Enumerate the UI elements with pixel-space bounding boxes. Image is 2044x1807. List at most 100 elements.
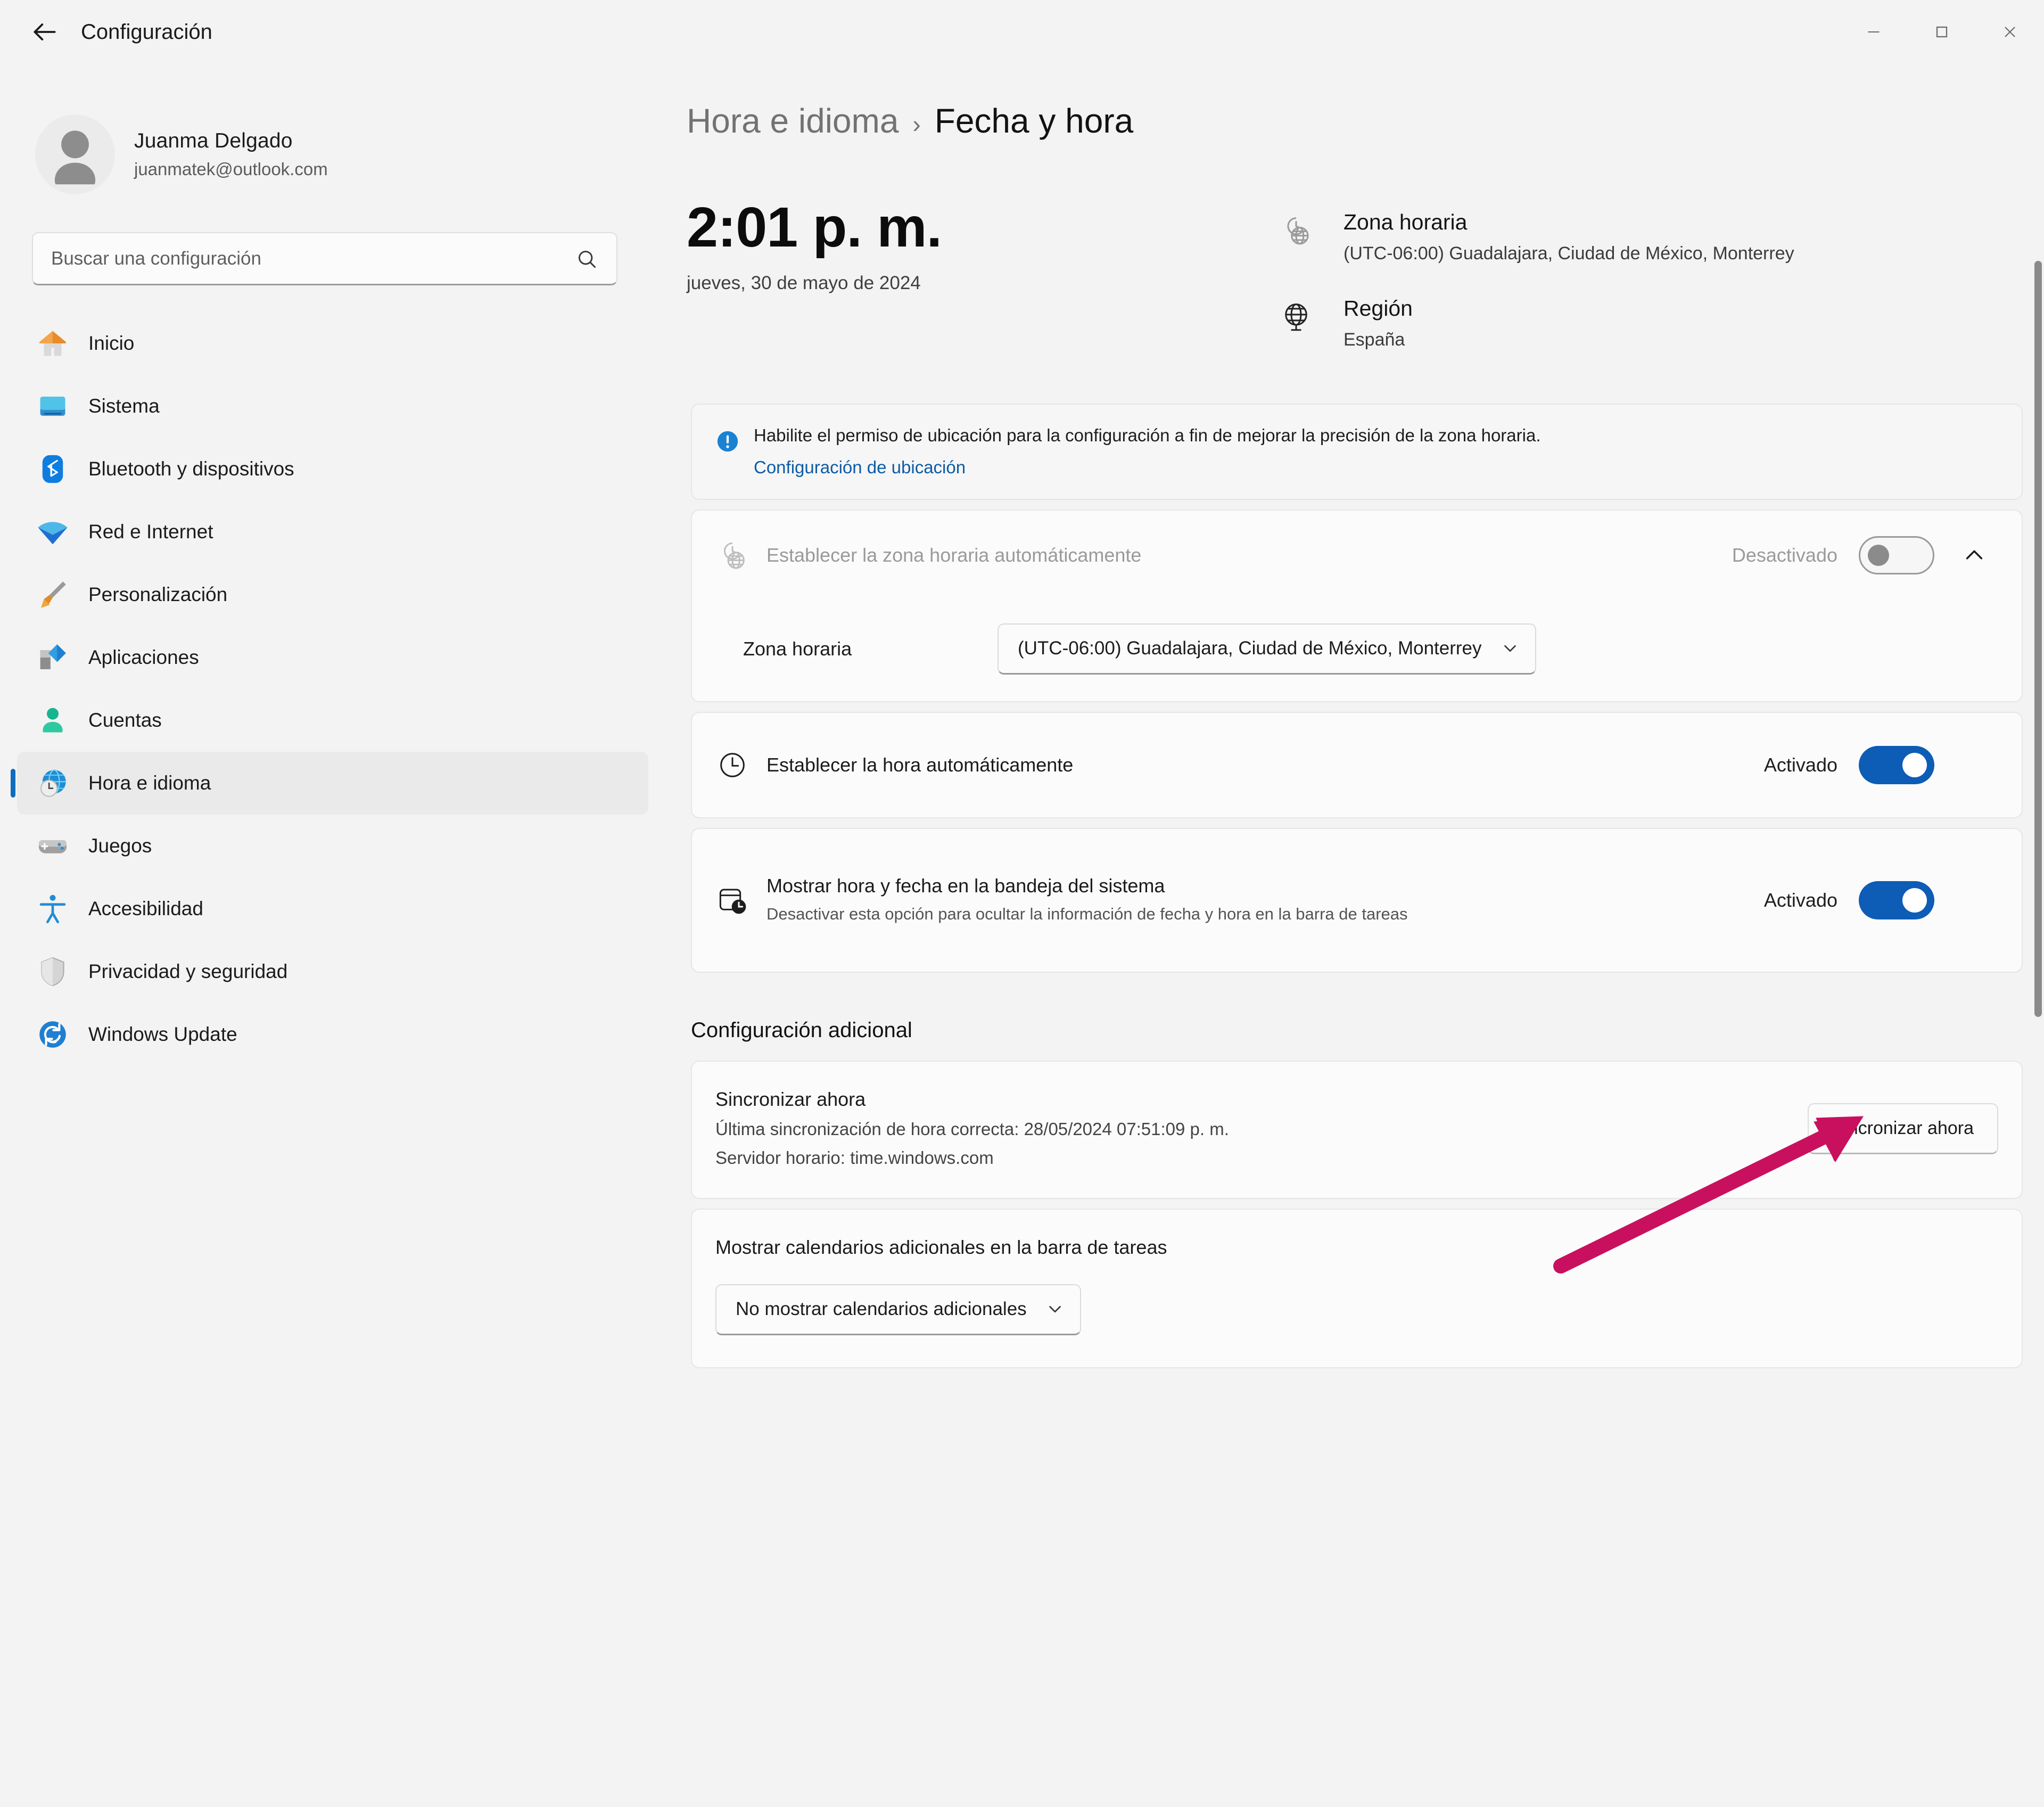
sidebar-item-cuentas[interactable]: Cuentas	[17, 689, 648, 752]
current-date: jueves, 30 de mayo de 2024	[687, 273, 1272, 294]
avatar	[35, 114, 115, 194]
show-time-tray-toggle[interactable]	[1859, 881, 1934, 919]
show-time-tray-card: Mostrar hora y fecha en la bandeja del s…	[691, 828, 2023, 973]
show-time-tray-state: Activado	[1764, 889, 1837, 911]
sidebar-item-label: Cuentas	[88, 709, 162, 732]
sidebar-item-privacidad-seguridad[interactable]: Privacidad y seguridad	[17, 940, 648, 1003]
sync-card: Sincronizar ahora Última sincronización …	[691, 1061, 2023, 1199]
auto-timezone-card: Establecer la zona horaria automáticamen…	[691, 510, 2023, 702]
sidebar-item-red-internet[interactable]: Red e Internet	[17, 500, 648, 563]
search-box[interactable]	[32, 232, 617, 285]
chevron-up-icon	[1962, 543, 1987, 568]
close-icon	[2000, 22, 2020, 42]
sidebar-item-label: Red e Internet	[88, 521, 213, 543]
sidebar-item-label: Aplicaciones	[88, 646, 199, 669]
region-summary-text: Región España	[1344, 296, 1413, 350]
minimize-icon	[1864, 22, 1883, 42]
additional-calendars-select[interactable]: No mostrar calendarios adicionales	[715, 1284, 1081, 1335]
info-icon	[715, 424, 754, 456]
timezone-summary-text: Zona horaria (UTC-06:00) Guadalajara, Ci…	[1344, 210, 1794, 264]
page-title: Fecha y hora	[935, 101, 1134, 141]
additional-calendars-label: Mostrar calendarios adicionales en la ba…	[715, 1236, 1998, 1259]
additional-settings-heading: Configuración adicional	[691, 1019, 2044, 1042]
expand-collapse-button[interactable]	[1950, 543, 1998, 568]
account-name: Juanma Delgado	[134, 129, 328, 153]
show-time-tray-description: Desactivar esta opción para ocultar la i…	[767, 902, 1592, 925]
sidebar-item-juegos[interactable]: Juegos	[17, 815, 648, 877]
timezone-select-value: (UTC-06:00) Guadalajara, Ciudad de Méxic…	[1018, 638, 1482, 659]
show-time-tray-row[interactable]: Mostrar hora y fecha en la bandeja del s…	[692, 829, 2022, 972]
account-tile[interactable]: Juanma Delgado juanmatek@outlook.com	[0, 101, 665, 208]
timezone-picker-label: Zona horaria	[715, 638, 998, 660]
gaming-icon	[34, 827, 71, 865]
sidebar-item-bluetooth[interactable]: Bluetooth y dispositivos	[17, 438, 648, 500]
sync-last-success: Última sincronización de hora correcta: …	[715, 1119, 1808, 1139]
auto-time-toggle[interactable]	[1859, 746, 1934, 784]
sync-title: Sincronizar ahora	[715, 1088, 1808, 1111]
sidebar-item-label: Privacidad y seguridad	[88, 960, 287, 983]
show-time-tray-label: Mostrar hora y fecha en la bandeja del s…	[767, 875, 1749, 897]
sync-server: Servidor horario: time.windows.com	[715, 1148, 1808, 1168]
auto-time-card: Establecer la hora automáticamente Activ…	[691, 712, 2023, 818]
timezone-picker-row: Zona horaria (UTC-06:00) Guadalajara, Ci…	[692, 600, 2022, 701]
auto-time-row[interactable]: Establecer la hora automáticamente Activ…	[692, 713, 2022, 817]
auto-time-label: Establecer la hora automáticamente	[767, 754, 1749, 776]
banner-text: Habilite el permiso de ubicación para la…	[754, 424, 1541, 448]
sidebar-item-windows-update[interactable]: Windows Update	[17, 1003, 648, 1066]
chevron-down-icon	[1045, 1299, 1065, 1319]
sync-now-button[interactable]: Sincronizar ahora	[1808, 1103, 1998, 1154]
calendar-clock-icon	[715, 883, 767, 917]
accessibility-icon	[34, 890, 71, 927]
bluetooth-icon	[34, 450, 71, 488]
wifi-icon	[34, 513, 71, 551]
settings-window: Configuración Juanma Delgado	[0, 0, 2044, 1807]
auto-timezone-row[interactable]: Establecer la zona horaria automáticamen…	[692, 511, 2022, 600]
auto-timezone-toggle[interactable]	[1859, 536, 1934, 574]
vertical-scrollbar[interactable]	[2034, 261, 2042, 1805]
back-button[interactable]	[19, 6, 70, 58]
maximize-button[interactable]	[1908, 0, 1976, 64]
region-globe-icon	[1272, 296, 1320, 334]
sidebar-item-sistema[interactable]: Sistema	[17, 375, 648, 438]
timezone-summary-title: Zona horaria	[1344, 210, 1794, 235]
app-title: Configuración	[81, 20, 212, 44]
breadcrumb-separator-icon: ›	[912, 110, 920, 138]
region-summary-value: España	[1344, 330, 1413, 350]
account-text: Juanma Delgado juanmatek@outlook.com	[134, 129, 328, 179]
sidebar-item-label: Inicio	[88, 332, 134, 355]
sidebar-item-hora-e-idioma[interactable]: Hora e idioma	[17, 752, 648, 815]
search-icon	[575, 247, 598, 270]
auto-timezone-icon	[715, 538, 767, 572]
system-icon	[34, 388, 71, 425]
current-time: 2:01 p. m.	[687, 199, 1272, 256]
breadcrumb-parent[interactable]: Hora e idioma	[687, 101, 899, 141]
sidebar-item-accesibilidad[interactable]: Accesibilidad	[17, 877, 648, 940]
maximize-icon	[1932, 22, 1951, 42]
auto-timezone-state: Desactivado	[1732, 544, 1837, 566]
close-button[interactable]	[1976, 0, 2044, 64]
search-input[interactable]	[51, 248, 575, 269]
current-time-block: 2:01 p. m. jueves, 30 de mayo de 2024	[687, 199, 1272, 382]
timezone-summary-value: (UTC-06:00) Guadalajara, Ciudad de Méxic…	[1344, 243, 1794, 264]
account-icon	[34, 702, 71, 739]
region-summary-title: Región	[1344, 296, 1413, 321]
time-language-icon	[34, 765, 71, 802]
clock-icon	[715, 748, 767, 782]
minimize-button[interactable]	[1840, 0, 1908, 64]
timezone-select[interactable]: (UTC-06:00) Guadalajara, Ciudad de Méxic…	[998, 623, 1536, 675]
chevron-down-icon	[1500, 638, 1520, 659]
sync-info: Sincronizar ahora Última sincronización …	[715, 1088, 1808, 1168]
sidebar-item-inicio[interactable]: Inicio	[17, 312, 648, 375]
shield-icon	[34, 953, 71, 990]
location-settings-link[interactable]: Configuración de ubicación	[754, 457, 966, 478]
sidebar-item-personalizacion[interactable]: Personalización	[17, 563, 648, 626]
region-summary: Región España	[1272, 296, 1794, 350]
breadcrumb: Hora e idioma › Fecha y hora	[687, 101, 2044, 141]
sidebar-item-label: Bluetooth y dispositivos	[88, 458, 294, 480]
scrollbar-thumb[interactable]	[2034, 261, 2042, 1017]
sidebar-item-label: Sistema	[88, 395, 160, 417]
timezone-globe-clock-icon	[1272, 210, 1320, 248]
sidebar-item-label: Accesibilidad	[88, 898, 203, 920]
sidebar-item-label: Personalización	[88, 584, 227, 606]
sidebar-item-aplicaciones[interactable]: Aplicaciones	[17, 626, 648, 689]
